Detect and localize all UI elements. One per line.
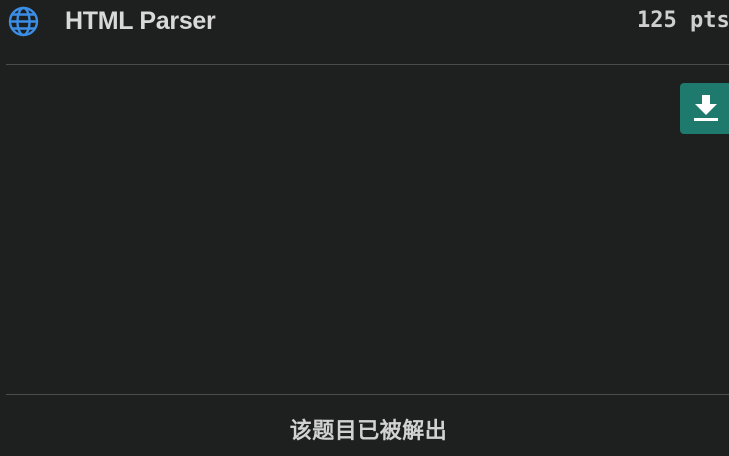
challenge-description xyxy=(0,65,729,394)
challenge-footer: 该题目已被解出 xyxy=(0,395,729,456)
challenge-header: HTML Parser 125 pts xyxy=(0,0,729,64)
download-icon xyxy=(694,95,718,121)
challenge-card: HTML Parser 125 pts 该题目已被解出 xyxy=(0,0,729,456)
download-attachment-button[interactable] xyxy=(680,83,729,134)
challenge-title: HTML Parser xyxy=(65,7,216,35)
challenge-points: 125 pts xyxy=(637,8,729,33)
solved-status: 该题目已被解出 xyxy=(289,418,448,443)
globe-icon xyxy=(8,6,39,37)
